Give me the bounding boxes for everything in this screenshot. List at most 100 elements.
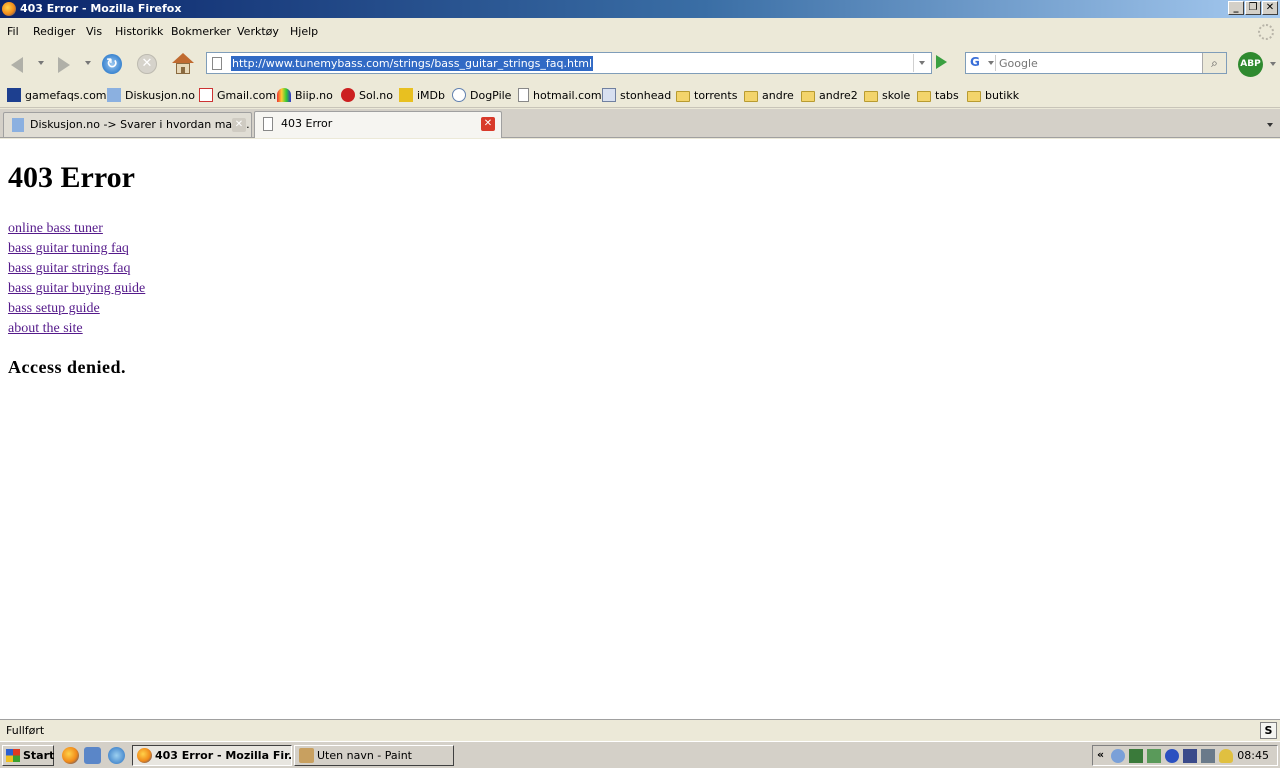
- stop-button[interactable]: ✕: [134, 51, 160, 77]
- page-icon: [212, 57, 222, 70]
- tab-list-button[interactable]: [1260, 112, 1280, 136]
- page-title: 403 Error: [8, 161, 135, 194]
- menu-fil[interactable]: Fil: [7, 25, 19, 38]
- network-icon[interactable]: [1111, 749, 1125, 763]
- window-title: 403 Error - Mozilla Firefox: [20, 2, 182, 15]
- link-bass-setup-guide[interactable]: bass setup guide: [8, 299, 145, 319]
- link-bass-guitar-tuning-faq[interactable]: bass guitar tuning faq: [8, 239, 145, 259]
- firefox-icon: [137, 748, 152, 763]
- bookmark-folder-andre2[interactable]: andre2: [801, 88, 858, 104]
- taskbar-item-paint[interactable]: Uten navn - Paint: [294, 745, 454, 766]
- bookmark-diskusjon[interactable]: Diskusjon.no: [107, 88, 195, 104]
- link-online-bass-tuner[interactable]: online bass tuner: [8, 219, 145, 239]
- bookmark-folder-torrents[interactable]: torrents: [676, 88, 737, 104]
- connection-icon[interactable]: [1147, 749, 1161, 763]
- adblock-plus-button[interactable]: ABP: [1238, 52, 1263, 77]
- bookmark-folder-andre[interactable]: andre: [744, 88, 794, 104]
- error-message: Access denied.: [8, 357, 126, 377]
- bookmark-dogpile[interactable]: DogPile: [452, 88, 511, 104]
- search-input[interactable]: [999, 55, 1199, 71]
- quicklaunch-firefox-icon[interactable]: [62, 747, 79, 764]
- windows-logo-icon: [6, 749, 20, 762]
- tab-403-error[interactable]: 403 Error ✕: [254, 111, 502, 138]
- back-button[interactable]: [5, 51, 31, 77]
- bookmark-folder-skole[interactable]: skole: [864, 88, 910, 104]
- link-bass-guitar-buying-guide[interactable]: bass guitar buying guide: [8, 279, 145, 299]
- back-history-dropdown-icon[interactable]: [38, 61, 44, 65]
- status-bar: Fullført S: [0, 719, 1280, 741]
- clock[interactable]: 08:45: [1237, 749, 1269, 762]
- google-icon: G: [970, 55, 980, 69]
- navigation-toolbar: ↻ ✕ http://www.tunemybass.com/strings/ba…: [0, 45, 1280, 83]
- messenger-icon[interactable]: [1183, 749, 1197, 763]
- reload-icon: ↻: [102, 54, 122, 74]
- tab-label: Diskusjon.no -> Svarer i hvordan man...: [30, 118, 250, 131]
- bookmark-hotmail[interactable]: hotmail.com: [518, 88, 602, 104]
- reload-button[interactable]: ↻: [99, 51, 125, 77]
- imdb-icon: [399, 88, 413, 102]
- menu-historikk[interactable]: Historikk: [115, 25, 163, 38]
- lan-icon[interactable]: [1201, 749, 1215, 763]
- menu-rediger[interactable]: Rediger: [33, 25, 75, 38]
- tray-expand-icon[interactable]: «: [1097, 748, 1104, 761]
- link-about-the-site[interactable]: about the site: [8, 319, 145, 339]
- signal-icon[interactable]: [1129, 749, 1143, 763]
- bookmark-imdb[interactable]: iMDb: [399, 88, 445, 104]
- bookmark-folder-tabs[interactable]: tabs: [917, 88, 959, 104]
- go-button[interactable]: [936, 55, 947, 69]
- folder-icon: [676, 91, 690, 102]
- search-bar[interactable]: G ⌕: [965, 52, 1227, 74]
- folder-icon: [967, 91, 981, 102]
- bookmark-gamefaqs[interactable]: gamefaqs.com: [7, 88, 107, 104]
- forward-button[interactable]: [50, 51, 76, 77]
- menu-bokmerker[interactable]: Bokmerker: [171, 25, 231, 38]
- quicklaunch-app-icon[interactable]: [84, 747, 101, 764]
- minimize-button[interactable]: _: [1228, 1, 1244, 15]
- quicklaunch-ie-icon[interactable]: [108, 747, 125, 764]
- tab-diskusjon[interactable]: Diskusjon.no -> Svarer i hvordan man... …: [3, 112, 252, 137]
- stonhead-icon: [602, 88, 616, 102]
- bookmark-sol[interactable]: Sol.no: [341, 88, 393, 104]
- activity-throbber-icon: [1258, 24, 1274, 40]
- search-engine-selector[interactable]: G: [968, 55, 996, 71]
- search-button[interactable]: ⌕: [1202, 53, 1226, 73]
- stop-icon: ✕: [137, 54, 157, 74]
- menu-verktoy[interactable]: Verktøy: [237, 25, 279, 38]
- bookmarks-toolbar: gamefaqs.com Diskusjon.no Gmail.com Biip…: [0, 83, 1280, 108]
- url-bar[interactable]: http://www.tunemybass.com/strings/bass_g…: [206, 52, 932, 74]
- page-icon: [518, 88, 529, 102]
- chevron-down-icon: [988, 61, 994, 65]
- taskbar-item-firefox[interactable]: 403 Error - Mozilla Fir...: [132, 745, 292, 766]
- bookmark-biip[interactable]: Biip.no: [277, 88, 333, 104]
- tab-bar: Diskusjon.no -> Svarer i hvordan man... …: [0, 109, 1280, 138]
- menu-vis[interactable]: Vis: [86, 25, 102, 38]
- close-tab-icon[interactable]: ✕: [481, 117, 495, 131]
- title-bar: 403 Error - Mozilla Firefox _ ❐ ✕: [0, 0, 1280, 18]
- forward-history-dropdown-icon[interactable]: [85, 61, 91, 65]
- dogpile-icon: [452, 88, 466, 102]
- biip-icon: [277, 88, 291, 102]
- start-button[interactable]: Start: [2, 745, 54, 766]
- url-history-dropdown[interactable]: [913, 54, 929, 72]
- adblock-dropdown-icon[interactable]: [1270, 62, 1276, 66]
- chevron-down-icon: [919, 61, 925, 65]
- close-tab-icon[interactable]: ✕: [232, 118, 246, 132]
- bookmark-stonhead[interactable]: stonhead: [602, 88, 671, 104]
- firefox-icon: [2, 2, 16, 16]
- bookmark-gmail[interactable]: Gmail.com: [199, 88, 276, 104]
- home-button[interactable]: [170, 51, 196, 77]
- bluetooth-icon[interactable]: [1165, 749, 1179, 763]
- tab-label: 403 Error: [281, 117, 333, 130]
- page-content: 403 Error online bass tuner bass guitar …: [0, 139, 1280, 719]
- status-addon-icon[interactable]: S: [1260, 722, 1277, 739]
- bookmark-folder-butikk[interactable]: butikk: [967, 88, 1019, 104]
- menu-hjelp[interactable]: Hjelp: [290, 25, 318, 38]
- gamefaqs-icon: [7, 88, 21, 102]
- maximize-button[interactable]: ❐: [1245, 1, 1261, 15]
- url-text[interactable]: http://www.tunemybass.com/strings/bass_g…: [231, 56, 594, 71]
- link-bass-guitar-strings-faq[interactable]: bass guitar strings faq: [8, 259, 145, 279]
- page-icon: [263, 117, 273, 131]
- folder-icon: [917, 91, 931, 102]
- notification-icon[interactable]: [1219, 749, 1233, 763]
- close-button[interactable]: ✕: [1262, 1, 1278, 15]
